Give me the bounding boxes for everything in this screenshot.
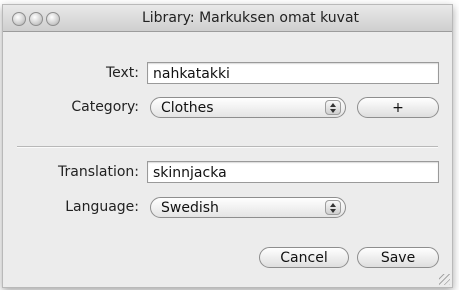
resize-grip-icon[interactable] (439, 274, 450, 285)
popup-arrows-icon (325, 200, 341, 215)
translation-field[interactable]: skinnjacka (147, 161, 439, 183)
translation-label: Translation: (58, 164, 139, 180)
text-label: Text: (105, 65, 139, 81)
library-dialog: Library: Markuksen omat kuvat Text: nahk… (2, 4, 453, 288)
add-category-button[interactable]: + (357, 97, 439, 118)
language-label: Language: (65, 199, 139, 215)
text-field[interactable]: nahkatakki (147, 62, 439, 84)
language-value: Swedish (161, 200, 219, 216)
category-value: Clothes (161, 100, 214, 116)
title-bar[interactable]: Library: Markuksen omat kuvat (3, 5, 452, 32)
category-popup[interactable]: Clothes (150, 97, 346, 118)
window-title: Library: Markuksen omat kuvat (141, 10, 360, 26)
category-label: Category: (71, 99, 139, 115)
save-button[interactable]: Save (357, 247, 439, 268)
cancel-button[interactable]: Cancel (259, 247, 349, 268)
popup-arrows-icon (325, 100, 341, 115)
language-popup[interactable]: Swedish (150, 197, 346, 218)
separator (17, 146, 438, 148)
